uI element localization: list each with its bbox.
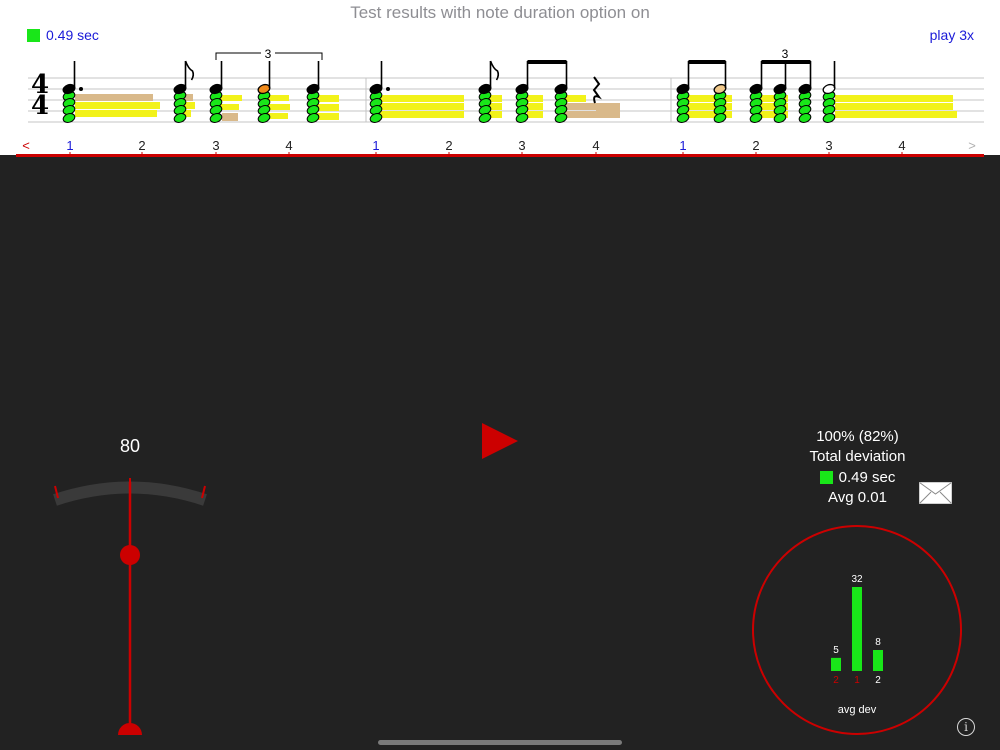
mail-icon[interactable]: [919, 482, 952, 504]
beat-label: 1: [679, 138, 686, 153]
deviation-square-icon: [819, 471, 833, 484]
quarter-rest: [592, 76, 602, 104]
play-icon[interactable]: [480, 422, 520, 460]
note: [676, 61, 690, 123]
duration-bar: [527, 95, 543, 102]
histogram-category: 1: [854, 675, 860, 686]
duration-bar: [317, 95, 339, 102]
beat-label: 2: [445, 138, 452, 153]
total-deviation-value: 0.49 sec: [838, 469, 896, 486]
beat-label: 4: [592, 138, 599, 153]
beat-label: 4: [898, 138, 905, 153]
beat-label: 3: [825, 138, 832, 153]
duration-bar: [317, 113, 339, 120]
duration-bar: [378, 103, 464, 110]
home-indicator[interactable]: [378, 740, 622, 745]
histogram-value: 32: [851, 574, 863, 585]
duration-bar: [564, 95, 586, 102]
histogram-category: 2: [833, 675, 839, 686]
note: [306, 61, 320, 123]
tuplets: 33: [215, 46, 789, 61]
beat-label: 2: [752, 138, 759, 153]
histogram-xlabel: avg dev: [838, 704, 877, 716]
duration-bar: [596, 103, 620, 118]
duration-bar: [378, 111, 464, 118]
note: [209, 61, 223, 123]
note: [798, 61, 812, 123]
time-sig-bottom: 4: [31, 91, 49, 121]
tuplet-number: 3: [265, 47, 272, 61]
beat-label: 4: [285, 138, 292, 153]
next-measure-button[interactable]: >: [968, 138, 976, 153]
total-deviation-label: Total deviation: [809, 448, 906, 465]
beat-label: 3: [212, 138, 219, 153]
tempo-pendulum-base: [118, 723, 142, 735]
note: [749, 61, 763, 123]
note: [554, 61, 568, 123]
score-staff[interactable]: 33 4 4 < > 123412341234: [0, 0, 1000, 160]
histogram-bar: [852, 587, 862, 671]
tempo-slider[interactable]: [40, 470, 220, 750]
note: [515, 61, 529, 123]
histogram-value: 5: [833, 645, 839, 656]
histogram-value: 8: [875, 637, 881, 648]
histogram-bar: [831, 657, 841, 671]
duration-bar: [835, 111, 957, 118]
note: [257, 61, 271, 123]
average-deviation: Avg 0.01: [828, 489, 887, 506]
histogram-bars: 5 2 32 1 8 2: [831, 574, 883, 686]
tempo-value: 80: [119, 436, 141, 456]
prev-measure-button[interactable]: <: [22, 138, 30, 153]
histogram-bar: [873, 650, 883, 671]
duration-bar: [378, 95, 464, 102]
deviation-histogram: 5 2 32 1 8 2 avg dev: [752, 525, 962, 735]
histogram-category: 2: [875, 675, 881, 686]
beat-label: 1: [372, 138, 379, 153]
duration-bar: [75, 102, 160, 109]
playhead-track: [16, 154, 984, 157]
duration-bar: [527, 111, 543, 118]
duration-bar: [75, 94, 153, 101]
total-deviation: 0.49 sec: [790, 469, 925, 486]
info-icon[interactable]: i: [957, 718, 975, 736]
result-percent: 100% (82%): [816, 428, 899, 445]
duration-bar: [222, 113, 238, 121]
beat-label: 2: [138, 138, 145, 153]
beat-label: 1: [66, 138, 73, 153]
duration-bar: [835, 95, 953, 102]
duration-bar: [317, 104, 339, 111]
note: [822, 61, 836, 123]
beat-label: 3: [518, 138, 525, 153]
duration-bar: [527, 103, 543, 110]
duration-bar: [75, 110, 157, 117]
tuplet-number: 3: [782, 47, 789, 61]
tempo-weight-handle[interactable]: [120, 545, 140, 565]
duration-bar: [835, 103, 953, 110]
